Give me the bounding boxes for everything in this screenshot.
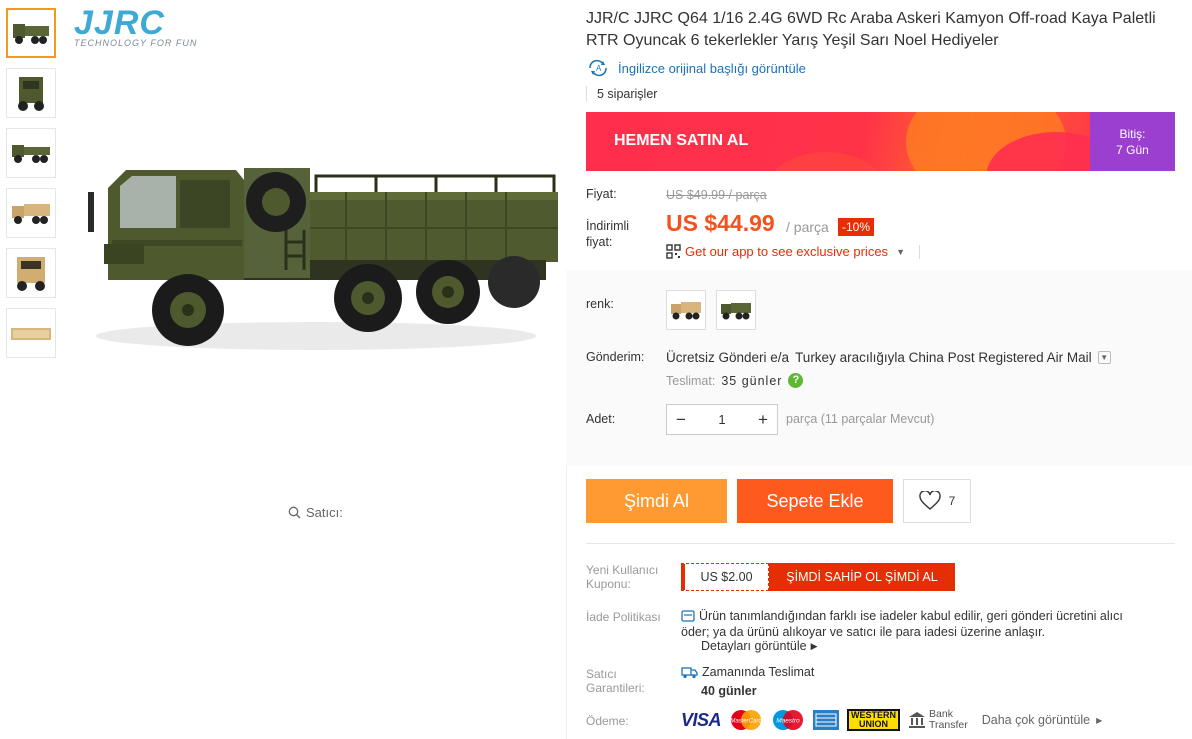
product-title: JJR/C JJRC Q64 1/16 2.4G 6WD Rc Araba As… bbox=[586, 10, 1156, 49]
brand-tagline: TECHNOLOGY FOR FUN bbox=[74, 38, 198, 48]
delivery-label: Teslimat: bbox=[666, 373, 716, 388]
return-details-label: Detayları görüntüle bbox=[701, 639, 807, 653]
bank-transfer-logo: Bank Transfer bbox=[908, 709, 968, 731]
bank-transfer-line2: Transfer bbox=[929, 719, 968, 731]
thumbnail-1[interactable] bbox=[6, 8, 56, 58]
order-count: 5 siparişler bbox=[586, 86, 657, 102]
free-shipping-text: Ücretsiz Gönderi e/a bbox=[666, 350, 790, 365]
thumbnail-4[interactable] bbox=[6, 188, 56, 238]
shipping-method: Ücretsiz Gönderi e/a Turkey aracılığıyla… bbox=[666, 350, 1111, 365]
shipping-label: Gönderim: bbox=[586, 350, 645, 364]
flash-sale-countdown: Bitiş: 7 Gün bbox=[1090, 112, 1175, 171]
buy-now-button[interactable]: Şimdi Al bbox=[586, 479, 727, 523]
product-options: renk: Gönderim: Ücretsiz Gönderi e/a Tur… bbox=[566, 270, 1192, 466]
visa-logo: VISA bbox=[681, 709, 722, 730]
seller-guarantee-label: Satıcı Garantileri: bbox=[586, 667, 645, 695]
delivery-value: 35 günler bbox=[721, 373, 783, 388]
payment-label: Ödeme: bbox=[586, 714, 629, 728]
svg-text:MasterCard: MasterCard bbox=[730, 719, 762, 725]
svg-text:Maestro: Maestro bbox=[776, 718, 800, 725]
amex-logo bbox=[813, 710, 840, 730]
quantity-value[interactable]: 1 bbox=[695, 412, 749, 427]
purchase-actions: Şimdi Al Sepete Ekle 7 bbox=[586, 479, 971, 523]
svg-text:A: A bbox=[596, 64, 602, 73]
western-union-line2: UNION bbox=[859, 719, 889, 729]
delivery-estimate: Teslimat: 35 günler ? bbox=[666, 373, 804, 388]
translate-title-link[interactable]: A İngilizce orijinal başlığı görüntüle bbox=[586, 59, 806, 77]
coupon-value: US $2.00 bbox=[681, 563, 769, 591]
countdown-value: 7 Gün bbox=[1116, 143, 1149, 157]
return-policy-label: İade Politikası bbox=[586, 610, 661, 624]
delivery-truck-icon bbox=[681, 666, 698, 678]
add-to-cart-button[interactable]: Sepete Ekle bbox=[737, 479, 893, 523]
flash-sale-main: HEMEN SATIN AL bbox=[586, 112, 1090, 171]
app-price-label: Get our app to see exclusive prices bbox=[685, 244, 889, 259]
heart-icon bbox=[918, 491, 941, 510]
return-policy-body: Ürün tanımlandığından farklı ise iadeler… bbox=[681, 609, 1123, 639]
coupon-label: Yeni Kullanıcı Kuponu: bbox=[586, 563, 659, 591]
flash-sale-banner: HEMEN SATIN AL Bitiş: 7 Gün bbox=[586, 112, 1175, 171]
shipping-route-text: Turkey aracılığıyla China Post Registere… bbox=[795, 350, 1092, 365]
chevron-right-icon: ▶ bbox=[1096, 715, 1103, 725]
discount-badge: -10% bbox=[838, 218, 875, 236]
more-payment-link[interactable]: Daha çok görüntüle ▶ bbox=[982, 713, 1103, 727]
more-payment-label: Daha çok görüntüle bbox=[981, 713, 1091, 727]
bank-icon bbox=[909, 712, 926, 728]
thumbnail-strip bbox=[6, 8, 56, 368]
price-unit: / parça bbox=[786, 219, 829, 235]
return-policy-text: Ürün tanımlandığından farklı ise iadeler… bbox=[681, 608, 1151, 640]
quantity-available: parça (11 parçalar Mevcut) bbox=[786, 412, 935, 426]
mastercard-logo: MasterCard bbox=[730, 710, 762, 730]
quantity-label: Adet: bbox=[586, 412, 616, 426]
new-user-coupon: US $2.00 ŞİMDİ SAHİP OL ŞİMDİ AL bbox=[681, 563, 955, 591]
translate-icon: A bbox=[589, 59, 607, 77]
thumbnail-6[interactable] bbox=[6, 308, 56, 358]
wishlist-button[interactable]: 7 bbox=[903, 479, 971, 523]
shipping-dropdown-icon[interactable]: ▼ bbox=[1097, 351, 1111, 364]
return-icon bbox=[681, 610, 695, 622]
guarantee-days: 40 günler bbox=[701, 684, 757, 698]
countdown-label: Bitiş: bbox=[1119, 127, 1146, 141]
payment-methods: VISA MasterCard Maestro WESTERN UNION Ba… bbox=[681, 709, 1102, 731]
original-price: US $49.99 / parça bbox=[666, 188, 767, 202]
on-time-delivery-label: Zamanında Teslimat bbox=[702, 665, 815, 679]
section-divider bbox=[586, 543, 1175, 544]
zoom-hint-label: Satıcı: bbox=[306, 505, 343, 520]
zoom-hint: Satıcı: bbox=[288, 505, 343, 520]
translate-title-label: İngilizce orijinal başlığı görüntüle bbox=[618, 60, 806, 76]
brand-logo: JJRC TECHNOLOGY FOR FUN bbox=[74, 6, 197, 48]
brand-wordmark: JJRC bbox=[74, 4, 165, 42]
color-swatch-tan[interactable] bbox=[666, 290, 706, 330]
thumbnail-2[interactable] bbox=[6, 68, 56, 118]
flash-sale-label: HEMEN SATIN AL bbox=[614, 132, 749, 149]
magnifier-icon bbox=[288, 506, 301, 519]
quantity-increase-button[interactable]: + bbox=[749, 410, 777, 430]
thumbnail-5[interactable] bbox=[6, 248, 56, 298]
discount-price-label: İndirimli fiyat: bbox=[586, 219, 630, 249]
return-details-link[interactable]: Detayları görüntüle ▶ bbox=[701, 639, 818, 653]
get-coupon-button[interactable]: ŞİMDİ SAHİP OL ŞİMDİ AL bbox=[769, 563, 955, 591]
help-icon[interactable]: ? bbox=[788, 373, 804, 388]
caret-down-icon: ▼ bbox=[896, 246, 905, 257]
price-box: Fiyat: US $49.99 / parça İndirimli fiyat… bbox=[566, 176, 1192, 270]
wishlist-count: 7 bbox=[948, 494, 956, 508]
quantity-decrease-button[interactable]: − bbox=[667, 410, 695, 430]
qr-code-icon bbox=[666, 244, 681, 259]
western-union-logo: WESTERN UNION bbox=[847, 709, 901, 731]
thumbnail-3[interactable] bbox=[6, 128, 56, 178]
maestro-logo: Maestro bbox=[773, 710, 804, 730]
main-product-image[interactable] bbox=[76, 110, 566, 430]
chevron-right-icon: ▶ bbox=[810, 640, 818, 651]
original-price-label: Fiyat: bbox=[586, 187, 617, 201]
color-label: renk: bbox=[586, 297, 614, 311]
current-price: US $44.99 bbox=[666, 210, 775, 236]
on-time-delivery: Zamanında Teslimat bbox=[681, 665, 814, 679]
product-gallery: JJRC TECHNOLOGY FOR FUN Satıcı: bbox=[66, 0, 566, 739]
color-swatch-green[interactable] bbox=[716, 290, 756, 330]
quantity-stepper: − 1 + bbox=[666, 404, 778, 435]
app-price-link[interactable]: Get our app to see exclusive prices ▼ bbox=[666, 244, 920, 259]
